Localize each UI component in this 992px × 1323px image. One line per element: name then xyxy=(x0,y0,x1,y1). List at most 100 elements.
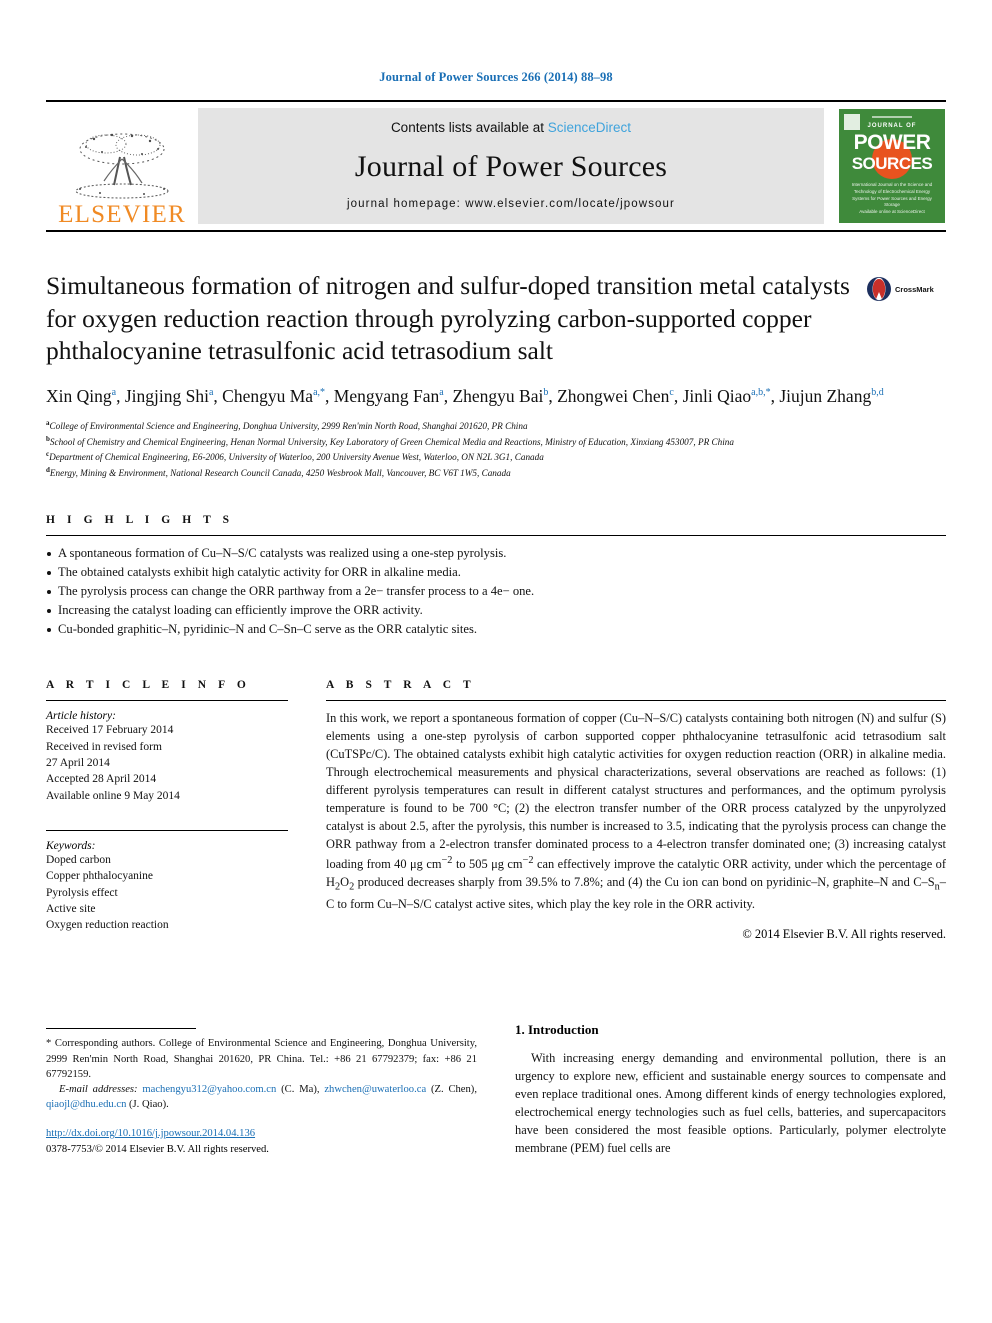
email-addresses-line: E-mail addresses: machengyu312@yahoo.com… xyxy=(46,1083,477,1110)
cover-elsevier-icon xyxy=(844,114,860,130)
abstract-heading: A B S T R A C T xyxy=(326,679,476,692)
author-name: Mengyang Fan xyxy=(333,385,440,406)
article-history-item: Accepted 28 April 2014 xyxy=(46,773,157,786)
article-history-item: Received 17 February 2014 xyxy=(46,724,174,737)
article-history-item: 27 April 2014 xyxy=(46,756,110,769)
affiliation-item: dEnergy, Mining & Environment, National … xyxy=(46,465,511,479)
keyword-item: Pyrolysis effect xyxy=(46,886,118,899)
article-history-list: Received 17 February 2014 Received in rev… xyxy=(46,722,288,804)
crossmark-icon xyxy=(867,277,891,301)
keywords-list: Doped carbon Copper phthalocyanine Pyrolys… xyxy=(46,852,288,934)
page-title: Simultaneous formation of nitrogen and s… xyxy=(46,271,850,366)
article-info-heading: A R T I C L E I N F O xyxy=(46,679,251,692)
highlight-item: Cu-bonded graphitic–N, pyridinic–N and C… xyxy=(46,620,946,639)
author-name: Jingjing Shi xyxy=(124,385,209,406)
author-name: Jiujun Zhang xyxy=(779,385,872,406)
running-head: Journal of Power Sources 266 (2014) 88–9… xyxy=(379,70,613,84)
superscript: −2 xyxy=(441,855,453,867)
article-info-divider xyxy=(46,700,288,702)
introduction-column: 1. Introduction With increasing energy d… xyxy=(515,1022,946,1158)
cover-power-label: POWER xyxy=(853,131,931,154)
article-history-title: Article history: xyxy=(46,710,116,723)
keywords-divider xyxy=(46,829,288,831)
author-affiliation-mark: a,b,* xyxy=(751,387,771,399)
elsevier-tree-icon xyxy=(75,133,169,199)
affiliation-mark: a xyxy=(46,419,50,428)
keywords-block: Keywords: Doped carbon Copper phthalocyan… xyxy=(46,829,288,934)
abstract-column: A B S T R A C T In this work, we report … xyxy=(326,679,946,941)
affiliation-item: cDepartment of Chemical Engineering, E6-… xyxy=(46,450,544,463)
highlight-item: Increasing the catalyst loading can effi… xyxy=(46,601,946,620)
article-page: Journal of Power Sources 266 (2014) 88–9… xyxy=(0,0,992,1323)
abstract-copyright: © 2014 Elsevier B.V. All rights reserved… xyxy=(742,926,946,941)
author-name: Zhongwei Chen xyxy=(557,385,670,406)
affiliation-mark: c xyxy=(46,450,50,459)
issn-line: 0378-7753/© 2014 Elsevier B.V. All right… xyxy=(46,1144,269,1156)
keywords-title: Keywords: xyxy=(46,839,96,852)
introduction-heading: 1. Introduction xyxy=(515,1022,599,1037)
subscript: 2 xyxy=(334,881,341,893)
author-affiliation-mark: a xyxy=(439,387,444,399)
cover-top-rule xyxy=(872,116,912,118)
email-link[interactable]: qiaojl@dhu.edu.cn xyxy=(46,1099,126,1110)
abstract-text: In this work, we report a spontaneous fo… xyxy=(326,711,946,911)
affiliation-item: aCollege of Environmental Science and En… xyxy=(46,419,528,432)
superscript: −2 xyxy=(522,855,534,867)
info-abstract-row: A R T I C L E I N F O Article history: R… xyxy=(46,679,946,941)
journal-homepage-link[interactable]: journal homepage: www.elsevier.com/locat… xyxy=(347,198,675,210)
email-addresses-label: E-mail addresses: xyxy=(59,1083,143,1095)
affiliation-mark: b xyxy=(46,434,50,443)
elsevier-logo: ELSEVIER xyxy=(46,102,198,230)
cover-subtitle: International Journal on the Science and… xyxy=(851,182,933,208)
corresponding-author-note: * Corresponding authors. College of Envi… xyxy=(46,1036,477,1112)
author-name: Zhengyu Bai xyxy=(452,385,544,406)
subscript: 2 xyxy=(349,881,355,893)
journal-cover-thumbnail: JOURNAL OF POWER SOURCES International J… xyxy=(838,108,946,224)
author-name: Jinli Qiao xyxy=(682,385,752,406)
author-affiliation-mark: b xyxy=(543,387,549,399)
keyword-item: Doped carbon xyxy=(46,853,111,866)
keyword-item: Oxygen reduction reaction xyxy=(46,919,169,932)
journal-banner: Contents lists available at ScienceDirec… xyxy=(198,108,824,224)
author-affiliation-mark: a xyxy=(208,387,214,399)
article-history-item: Available online 9 May 2014 xyxy=(46,789,180,802)
contents-available-line: Contents lists available at ScienceDirec… xyxy=(391,120,631,135)
bottom-columns: * Corresponding authors. College of Envi… xyxy=(46,1022,946,1158)
doi-link[interactable]: http://dx.doi.org/10.1016/j.jpowsour.201… xyxy=(46,1126,477,1142)
highlight-item: A spontaneous formation of Cu–N–S/C cata… xyxy=(46,544,946,563)
affiliation-list: aCollege of Environmental Science and En… xyxy=(46,418,946,480)
subscript: n xyxy=(934,881,940,893)
highlight-item: The pyrolysis process can change the ORR… xyxy=(46,582,946,601)
email-link[interactable]: machengyu312@yahoo.com.cn xyxy=(142,1084,276,1095)
keyword-item: Copper phthalocyanine xyxy=(46,870,153,883)
contents-prefix: Contents lists available at xyxy=(390,120,548,135)
title-row: Simultaneous formation of nitrogen and s… xyxy=(46,270,946,368)
article-history-item: Received in revised form xyxy=(46,740,162,753)
journal-title: Journal of Power Sources xyxy=(354,149,668,183)
doi-block: http://dx.doi.org/10.1016/j.jpowsour.201… xyxy=(46,1126,477,1158)
article-info-column: A R T I C L E I N F O Article history: R… xyxy=(46,679,288,941)
elsevier-wordmark: ELSEVIER xyxy=(58,201,186,228)
highlights-divider xyxy=(46,534,946,536)
sciencedirect-link[interactable]: ScienceDirect xyxy=(548,120,631,135)
highlight-item: The obtained catalysts exhibit high cata… xyxy=(46,563,946,582)
crossmark-badge[interactable]: CrossMark xyxy=(866,270,946,302)
cover-sources-label: SOURCES xyxy=(851,154,933,173)
author-affiliation-mark: a xyxy=(111,387,117,399)
affiliation-mark: d xyxy=(46,465,50,474)
abstract-divider xyxy=(326,700,946,702)
footnote-column: * Corresponding authors. College of Envi… xyxy=(46,1022,477,1158)
footnote-divider xyxy=(46,1028,196,1030)
keyword-item: Active site xyxy=(46,902,96,915)
crossmark-label: CrossMark xyxy=(895,284,934,294)
journal-masthead: ELSEVIER Contents lists available at Sci… xyxy=(46,100,946,232)
author-name: Chengyu Ma xyxy=(222,385,314,406)
cover-footer-text: Available online at ScienceDirect xyxy=(859,208,925,214)
author-affiliation-mark: c xyxy=(669,387,674,399)
affiliation-item: bSchool of Chemistry and Chemical Engine… xyxy=(46,434,734,447)
author-affiliation-mark: b,d xyxy=(871,387,884,399)
email-link[interactable]: zhwchen@uwaterloo.ca xyxy=(324,1084,426,1095)
cover-journal-of-label: JOURNAL OF xyxy=(867,123,917,129)
corresponding-author-text: * Corresponding authors. College of Envi… xyxy=(46,1038,477,1080)
introduction-paragraph: With increasing energy demanding and env… xyxy=(515,1051,946,1155)
